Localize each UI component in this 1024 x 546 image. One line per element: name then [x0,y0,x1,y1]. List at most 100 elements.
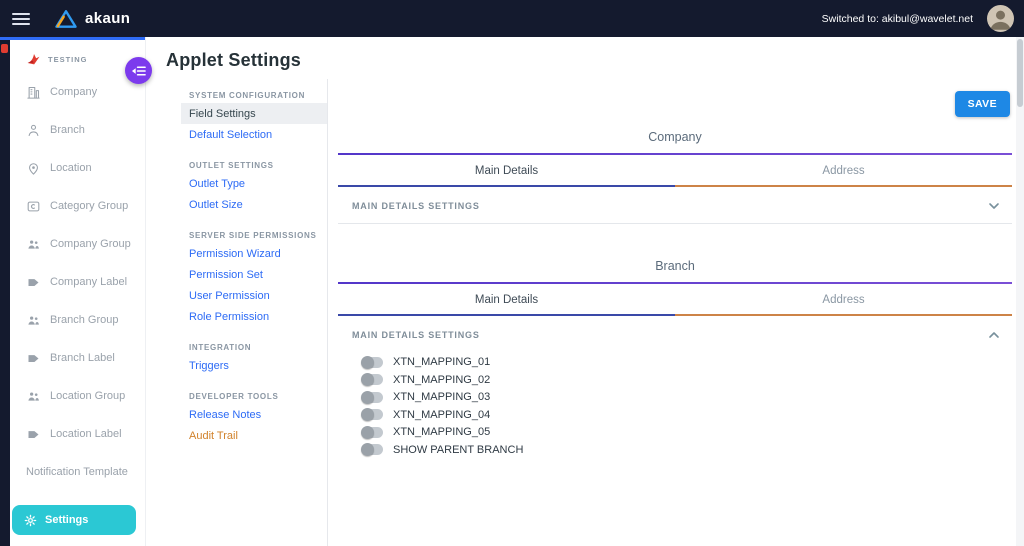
people-icon [26,313,41,328]
toggle-row-xtn-mapping-05: XTN_MAPPING_05 [361,425,1012,439]
brand-name: akaun [85,10,131,27]
toggle-label: XTN_MAPPING_05 [393,426,491,439]
menu-collapse-icon [131,66,146,75]
toggle-row-show-parent-branch: SHOW PARENT BRANCH [361,443,1012,457]
sidebar-item-label: Location Group [50,390,126,402]
tag-icon [26,351,41,366]
sidebar-item-location[interactable]: Location [10,149,145,187]
xtn-mapping-05-toggle[interactable] [361,425,383,439]
toggle-label: XTN_MAPPING_01 [393,356,491,369]
sidebar-item-company[interactable]: Company [10,73,145,111]
sidebar-item-location-group[interactable]: Location Group [10,377,145,415]
subnav-item-release-notes[interactable]: Release Notes [181,404,327,425]
sidebar-item-settings[interactable]: Settings [12,505,136,535]
toggle-label: XTN_MAPPING_03 [393,391,491,404]
subnav-item-default-selection[interactable]: Default Selection [181,124,327,145]
branch-tab-main-details[interactable]: Main Details [338,284,675,316]
panel-heading-label: MAIN DETAILS SETTINGS [352,330,480,340]
avatar[interactable] [987,5,1014,32]
chevron-up-icon [988,329,1000,341]
show-parent-branch-toggle[interactable] [361,443,383,457]
collapse-menu-button[interactable] [125,57,152,84]
company-tab-main-details[interactable]: Main Details [338,155,675,187]
xtn-mapping-04-toggle[interactable] [361,408,383,422]
sidebar-item-location-label[interactable]: Location Label [10,415,145,453]
subnav-heading-server-side-permissions: SERVER SIDE PERMISSIONS [189,231,317,240]
toggle-row-xtn-mapping-01: XTN_MAPPING_01 [361,355,1012,369]
subnav-item-triggers[interactable]: Triggers [181,355,327,376]
branch-main-details-settings-header[interactable]: MAIN DETAILS SETTINGS [338,316,1012,352]
subnav-heading-system-configuration: SYSTEM CONFIGURATION [189,91,306,100]
branch-toggle-list: XTN_MAPPING_01 XTN_MAPPING_02 XTN_MAPPIN… [338,352,1012,466]
subnav-heading-developer-tools: DEVELOPER TOOLS [189,392,279,401]
sidebar-item-notification-template[interactable]: Notification Template [10,453,145,491]
company-section-title: Company [648,130,702,144]
page-title: Applet Settings [166,50,302,70]
menu-icon[interactable] [12,12,30,25]
panel-heading-label: MAIN DETAILS SETTINGS [352,201,480,211]
people-icon [26,237,41,252]
toggle-row-xtn-mapping-02: XTN_MAPPING_02 [361,373,1012,387]
akaun-triangle-icon [55,9,77,28]
toggle-label: SHOW PARENT BRANCH [393,443,524,456]
scrollbar-thumb[interactable] [1017,39,1023,107]
topbar: akaun Switched to: akibul@wavelet.net [0,0,1024,37]
branch-tab-address[interactable]: Address [675,284,1012,316]
subnav-item-permission-set[interactable]: Permission Set [181,264,327,285]
sidebar-item-label: Branch Label [50,352,115,364]
sidebar: TESTING Company Branch Location Category… [0,37,146,546]
subnav-item-outlet-size[interactable]: Outlet Size [181,194,327,215]
sidebar-item-label: Branch Group [50,314,119,326]
branch-section-title: Branch [655,259,695,273]
chevron-down-icon [988,200,1000,212]
applet-label: TESTING [48,54,88,64]
avatar-person-icon [990,10,1011,30]
subnav-item-field-settings[interactable]: Field Settings [181,103,327,124]
branch-tabs: Main Details Address [338,284,1012,316]
company-section: Company Main Details Address MAIN DETAIL… [338,119,1012,224]
main-area: Applet Settings SYSTEM CONFIGURATION Fie… [146,37,1024,546]
toggle-row-xtn-mapping-04: XTN_MAPPING_04 [361,408,1012,422]
sidebar-item-label: Location Label [50,428,122,440]
building-icon [26,85,41,100]
page-scrollbar[interactable] [1016,37,1024,546]
map-pin-icon [26,161,41,176]
sidebar-item-label: Company [50,86,98,98]
applet-mini-icon[interactable] [1,44,8,53]
settings-label: Settings [45,514,89,526]
settings-subnav: SYSTEM CONFIGURATION Field Settings Defa… [175,79,328,546]
card-icon [26,199,41,214]
mini-rail [0,37,10,546]
sidebar-item-label: Company Label [50,276,128,288]
sidebar-item-company-label[interactable]: Company Label [10,263,145,301]
sidebar-item-label: Category Group [50,200,129,212]
field-settings-panel: SAVE Company Main Details Address MAIN D… [328,79,1024,546]
subnav-item-outlet-type[interactable]: Outlet Type [181,173,327,194]
sidebar-item-branch-group[interactable]: Branch Group [10,301,145,339]
switched-account-label: Switched to: akibul@wavelet.net [821,12,973,25]
company-tab-address[interactable]: Address [675,155,1012,187]
toggle-row-xtn-mapping-03: XTN_MAPPING_03 [361,390,1012,404]
sidebar-item-label: Location [50,162,92,174]
subnav-item-permission-wizard[interactable]: Permission Wizard [181,243,327,264]
save-button[interactable]: SAVE [954,91,1010,117]
toggle-label: XTN_MAPPING_04 [393,408,491,421]
subnav-item-role-permission[interactable]: Role Permission [181,306,327,327]
sidebar-item-label: Company Group [50,238,131,250]
sidebar-item-branch[interactable]: Branch [10,111,145,149]
subnav-heading-outlet-settings: OUTLET SETTINGS [189,161,274,170]
sidebar-item-branch-label[interactable]: Branch Label [10,339,145,377]
subnav-item-audit-trail[interactable]: Audit Trail [181,425,327,446]
xtn-mapping-02-toggle[interactable] [361,373,383,387]
tag-icon [26,275,41,290]
xtn-mapping-03-toggle[interactable] [361,390,383,404]
gear-icon [24,514,37,527]
subnav-item-user-permission[interactable]: User Permission [181,285,327,306]
xtn-mapping-01-toggle[interactable] [361,355,383,369]
sidebar-item-category-group[interactable]: Category Group [10,187,145,225]
sidebar-item-company-group[interactable]: Company Group [10,225,145,263]
person-icon [26,123,41,138]
toggle-label: XTN_MAPPING_02 [393,373,491,386]
brand-logo[interactable]: akaun [54,9,130,29]
company-main-details-settings-header[interactable]: MAIN DETAILS SETTINGS [338,187,1012,224]
